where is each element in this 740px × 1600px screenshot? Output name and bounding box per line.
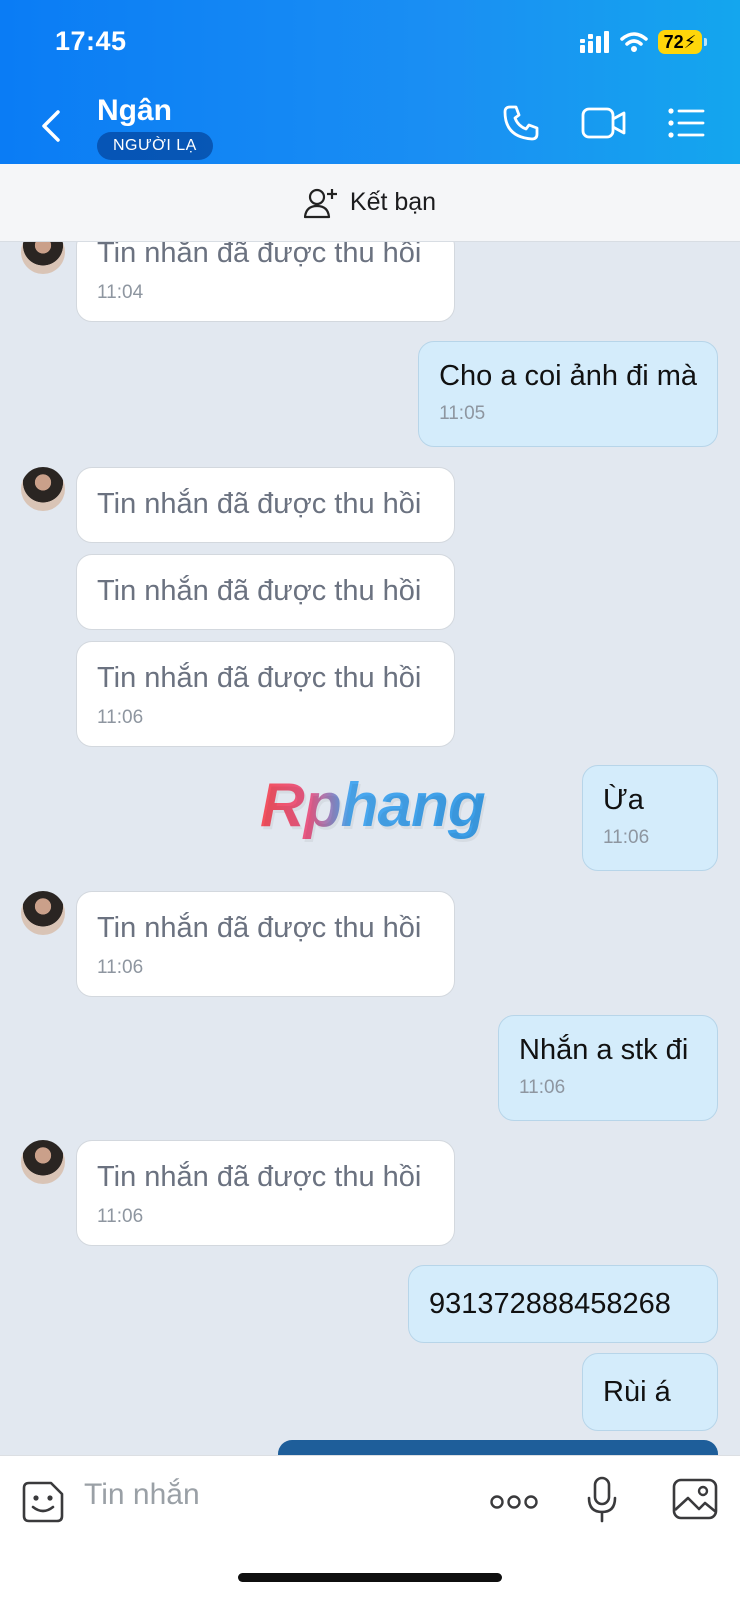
avatar[interactable] [21,1140,65,1184]
message-text: Tin nhắn đã được thu hồi [97,1161,422,1193]
chevron-left-icon[interactable] [36,108,66,144]
sticker-icon[interactable] [21,1480,65,1524]
list-menu-icon[interactable] [667,104,705,142]
add-person-icon [303,188,337,218]
message-bubble[interactable]: Tin nhắn đã được thu hồi 11:06 [76,891,455,997]
video-camera-icon[interactable] [581,104,627,142]
home-indicator [238,1573,502,1582]
status-time: 17:45 [55,26,127,56]
message-time: 11:06 [97,957,144,978]
chat-header: 17:45 72 ⚡ Ngân NGƯỜI LẠ [0,0,740,164]
message-bubble[interactable]: Tin nhắn đã được thu hồi [76,467,455,543]
message-text: Nhắn a stk đi [519,1034,689,1066]
avatar[interactable] [21,467,65,511]
image-icon[interactable] [672,1478,718,1520]
message-time: 11:06 [97,707,144,728]
battery-icon: 72 ⚡ [658,30,707,54]
message-text: 931372888458268 [429,1288,671,1320]
message-text: Ừa [603,784,644,816]
message-time: 11:06 [603,827,650,848]
message-time: 11:05 [439,403,486,424]
message-input[interactable]: Tin nhắn [84,1478,200,1512]
add-friend-label: Kết bạn [349,188,437,216]
message-text: Tin nhắn đã được thu hồi [97,242,422,269]
contact-name[interactable]: Ngân [97,94,172,128]
message-list[interactable]: Tin nhắn đã được thu hồi 11:04 Cho a coi… [0,242,740,1455]
message-bubble[interactable]: Tin nhắn đã được thu hồi 11:06 [76,1140,455,1246]
message-time: 11:04 [97,282,144,303]
wifi-icon [620,32,648,52]
message-bubble[interactable]: Rùi á [582,1353,718,1431]
microphone-icon[interactable] [586,1476,618,1524]
message-bubble[interactable]: Nhắn a stk đi 11:06 [498,1015,718,1121]
message-bubble[interactable]: 931372888458268 [408,1265,718,1343]
add-friend-bar[interactable]: Kết bạn [0,164,740,242]
status-indicators: 72 ⚡ [580,30,707,54]
attachment-card[interactable] [278,1440,718,1455]
avatar[interactable] [21,891,65,935]
message-bubble[interactable]: Cho a coi ảnh đi mà 11:05 [418,341,718,447]
message-text: Cho a coi ảnh đi mà [439,360,697,392]
signal-icon [580,31,609,53]
message-bubble[interactable]: Ừa 11:06 [582,765,718,871]
message-input-bar: Tin nhắn [0,1455,740,1600]
message-bubble[interactable]: Tin nhắn đã được thu hồi 11:04 [76,242,455,322]
message-text: Tin nhắn đã được thu hồi [97,575,422,607]
watermark: Rphang [260,771,486,840]
battery-level: 72 [663,31,684,52]
phone-icon[interactable] [502,104,540,142]
more-dots-icon[interactable] [490,1492,538,1512]
message-time: 11:06 [97,1206,144,1227]
message-bubble[interactable]: Tin nhắn đã được thu hồi 11:06 [76,641,455,747]
stranger-badge: NGƯỜI LẠ [97,132,213,160]
message-text: Tin nhắn đã được thu hồi [97,662,422,694]
message-bubble[interactable]: Tin nhắn đã được thu hồi [76,554,455,630]
avatar[interactable] [21,242,65,274]
message-text: Tin nhắn đã được thu hồi [97,912,422,944]
message-time: 11:06 [519,1077,566,1098]
message-text: Tin nhắn đã được thu hồi [97,488,422,520]
message-text: Rùi á [603,1376,671,1408]
